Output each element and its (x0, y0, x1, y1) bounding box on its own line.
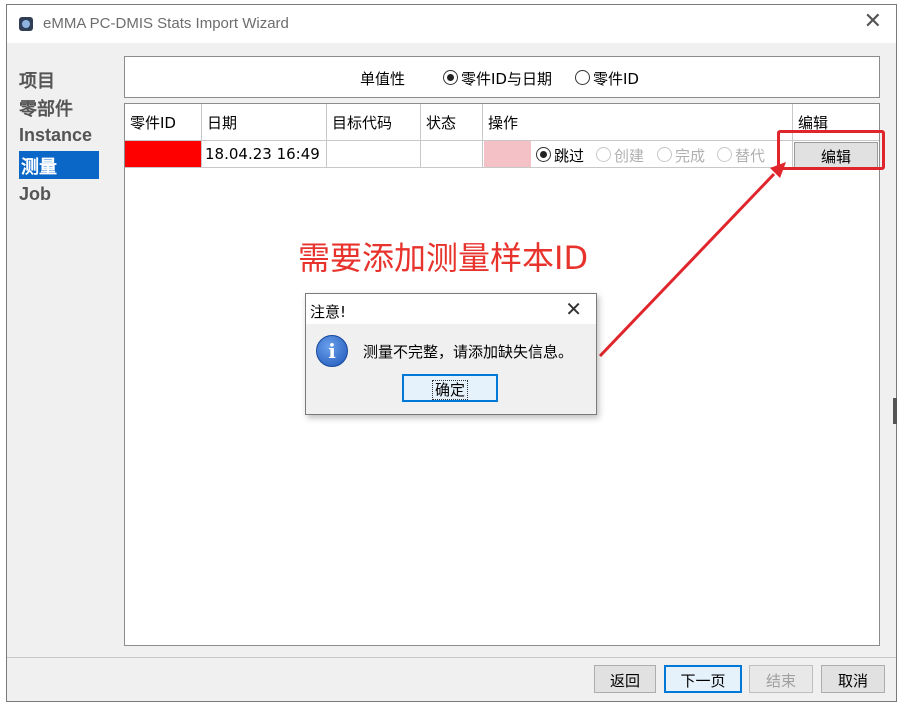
radio-complete (657, 147, 672, 162)
column-header-status[interactable]: 状态 (421, 104, 483, 140)
scrollbar-handle[interactable] (893, 398, 897, 424)
cell-status[interactable] (421, 141, 483, 168)
nav-item-instance[interactable]: Instance (19, 125, 92, 146)
edit-button-highlight (777, 130, 885, 170)
column-header-operation[interactable]: 操作 (483, 104, 793, 140)
column-header-target-code[interactable]: 目标代码 (327, 104, 421, 140)
radio-part-id-label[interactable]: 零件ID (593, 68, 639, 89)
column-header-date[interactable]: 日期 (202, 104, 327, 140)
cancel-button[interactable]: 取消 (821, 665, 885, 693)
ok-button-label: 确定 (431, 380, 468, 400)
radio-replace-label: 替代 (735, 147, 766, 165)
nav-item-project[interactable]: 项目 (19, 67, 55, 93)
radio-skip-label[interactable]: 跳过 (554, 145, 584, 166)
finish-button: 结束 (749, 665, 813, 693)
warning-dialog: 注意! ✕ i 测量不完整，请添加缺失信息。 确定 (305, 293, 597, 415)
dialog-close-icon[interactable]: ✕ (565, 297, 582, 321)
column-header-part-id[interactable]: 零件ID (125, 104, 202, 140)
dialog-title-bar: 注意! ✕ (306, 294, 596, 324)
radio-skip[interactable] (536, 147, 551, 162)
title-bar: eMMA PC-DMIS Stats Import Wizard ✕ (7, 5, 896, 43)
uniqueness-filter-bar: 单值性 零件ID与日期 零件ID (124, 56, 880, 98)
back-button[interactable]: 返回 (594, 665, 656, 693)
dialog-message: 测量不完整，请添加缺失信息。 (363, 343, 574, 361)
annotation-text: 需要添加测量样本ID (298, 239, 589, 277)
cell-date[interactable]: 18.04.23 16:49 (202, 141, 327, 168)
window-close-icon[interactable]: ✕ (864, 11, 882, 33)
radio-create (596, 147, 611, 162)
nav-item-measurement[interactable]: 测量 (19, 151, 99, 179)
next-button[interactable]: 下一页 (664, 665, 742, 693)
app-icon (19, 17, 33, 31)
window-title: eMMA PC-DMIS Stats Import Wizard (43, 15, 289, 32)
radio-part-id[interactable] (575, 70, 590, 85)
ok-button[interactable]: 确定 (402, 374, 498, 402)
radio-part-id-and-date-label[interactable]: 零件ID与日期 (461, 68, 552, 89)
radio-create-label: 创建 (614, 147, 645, 165)
dialog-title: 注意! (310, 303, 347, 321)
cell-operation-status-swatch (484, 141, 531, 168)
radio-part-id-and-date[interactable] (443, 70, 458, 85)
cell-part-id-missing[interactable] (125, 141, 202, 168)
nav-item-part[interactable]: 零部件 (19, 95, 73, 121)
footer-divider (7, 657, 896, 658)
cell-target-code[interactable] (327, 141, 421, 168)
uniqueness-label: 单值性 (360, 70, 406, 88)
radio-complete-label: 完成 (675, 147, 706, 165)
nav-item-job[interactable]: Job (19, 184, 51, 205)
info-icon: i (316, 335, 348, 367)
radio-replace (717, 147, 732, 162)
